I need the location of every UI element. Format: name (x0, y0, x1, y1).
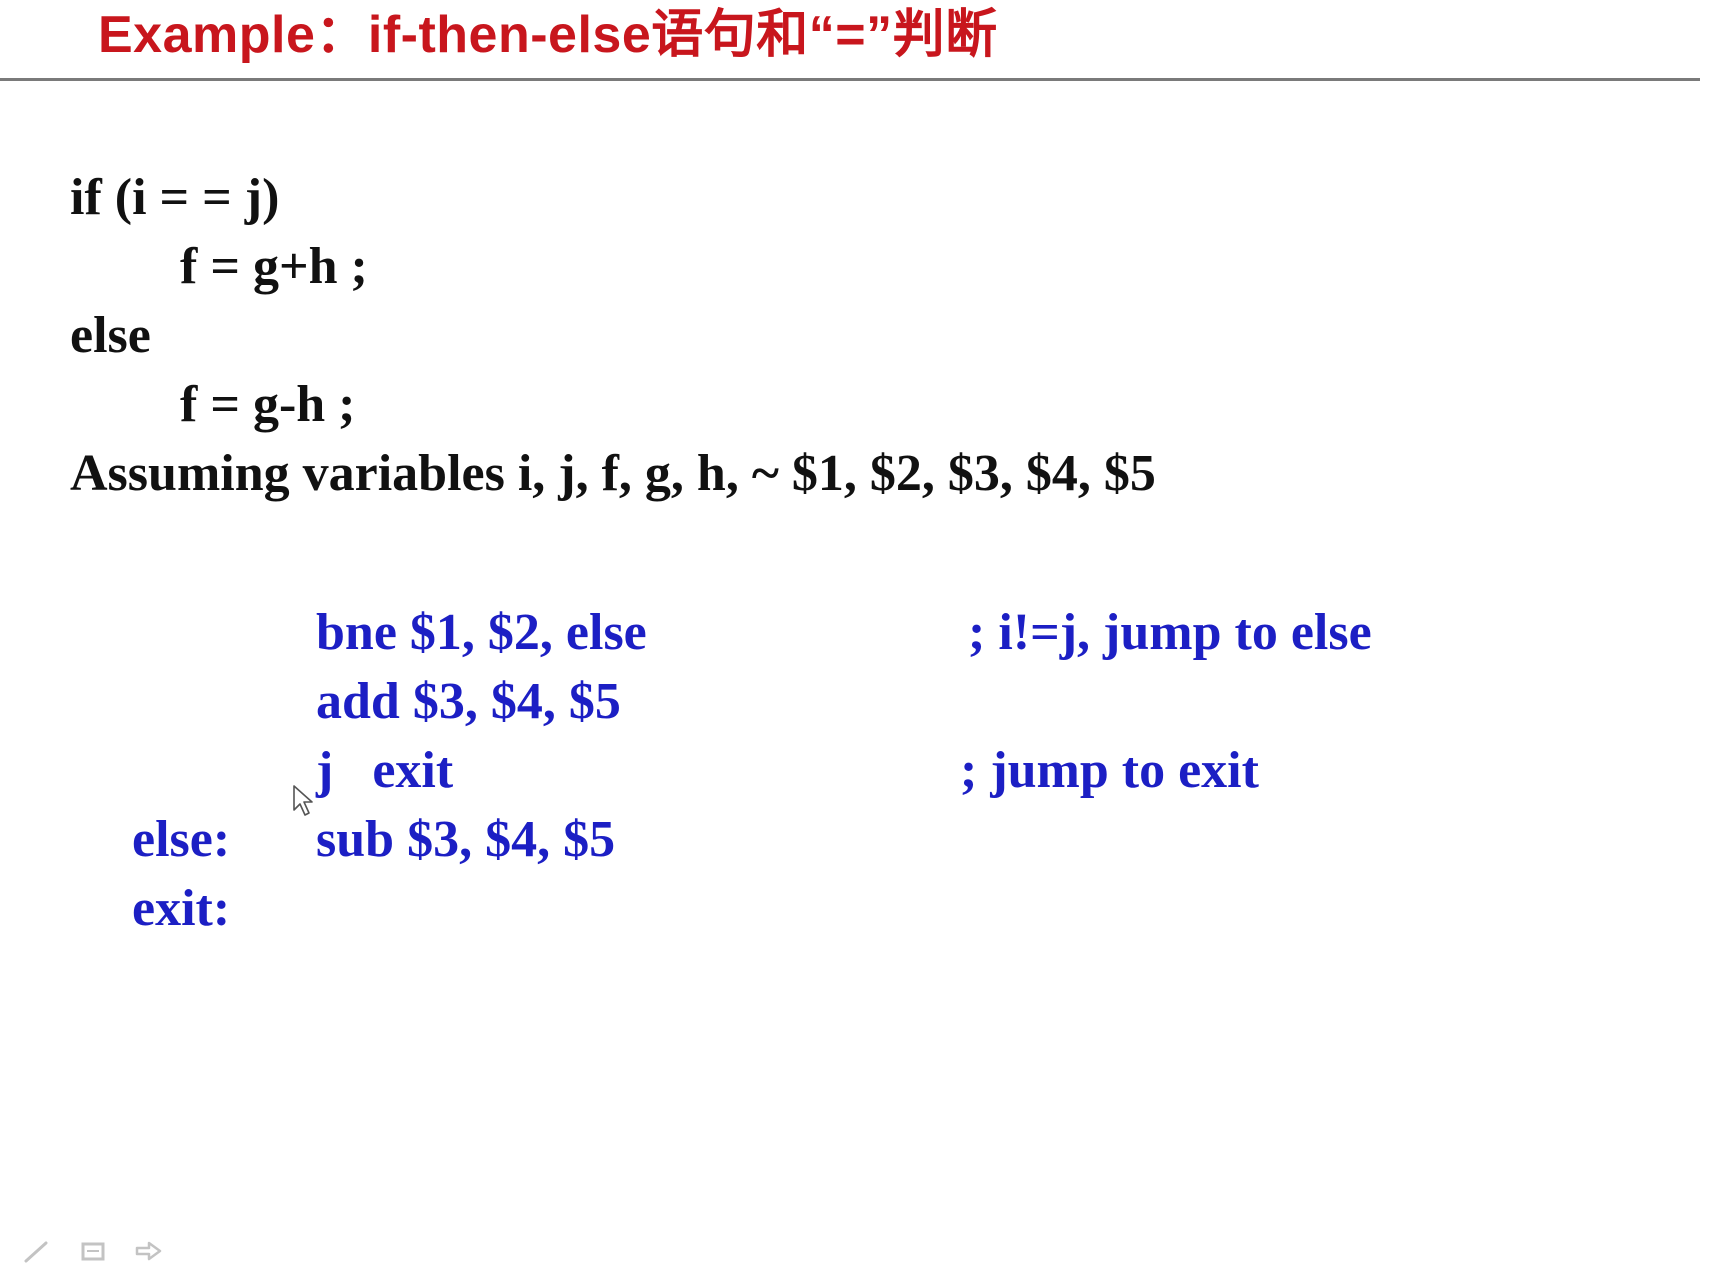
source-line-else: else (70, 307, 151, 364)
slide-title: Example：if-then-else语句和“=”判断 (98, 6, 998, 64)
source-line-then: f = g+h ; (180, 238, 368, 295)
asm-comment-bne: ; i!=j, jump to else (968, 604, 1372, 661)
source-line-else-body: f = g-h ; (180, 376, 356, 433)
asm-instruction-bne: bne $1, $2, else (316, 604, 647, 661)
next-arrow-icon[interactable] (134, 1239, 164, 1263)
assumption-text: Assuming variables i, j, f, g, h, ~ $1, … (70, 445, 1156, 502)
asm-label-exit: exit: (132, 880, 231, 937)
slide-menu-icon[interactable] (78, 1239, 108, 1263)
source-line-if: if (i = = j) (70, 169, 280, 226)
pen-icon[interactable] (22, 1239, 52, 1263)
asm-instruction-sub: sub $3, $4, $5 (316, 811, 616, 868)
mouse-pointer-icon (293, 785, 313, 816)
presenter-toolbar (22, 1238, 164, 1264)
asm-label-else: else: (132, 811, 231, 868)
asm-comment-jump: ; jump to exit (960, 742, 1259, 799)
asm-instruction-jump: j exit (316, 742, 454, 799)
asm-instruction-add: add $3, $4, $5 (316, 673, 621, 730)
title-divider (0, 78, 1700, 81)
